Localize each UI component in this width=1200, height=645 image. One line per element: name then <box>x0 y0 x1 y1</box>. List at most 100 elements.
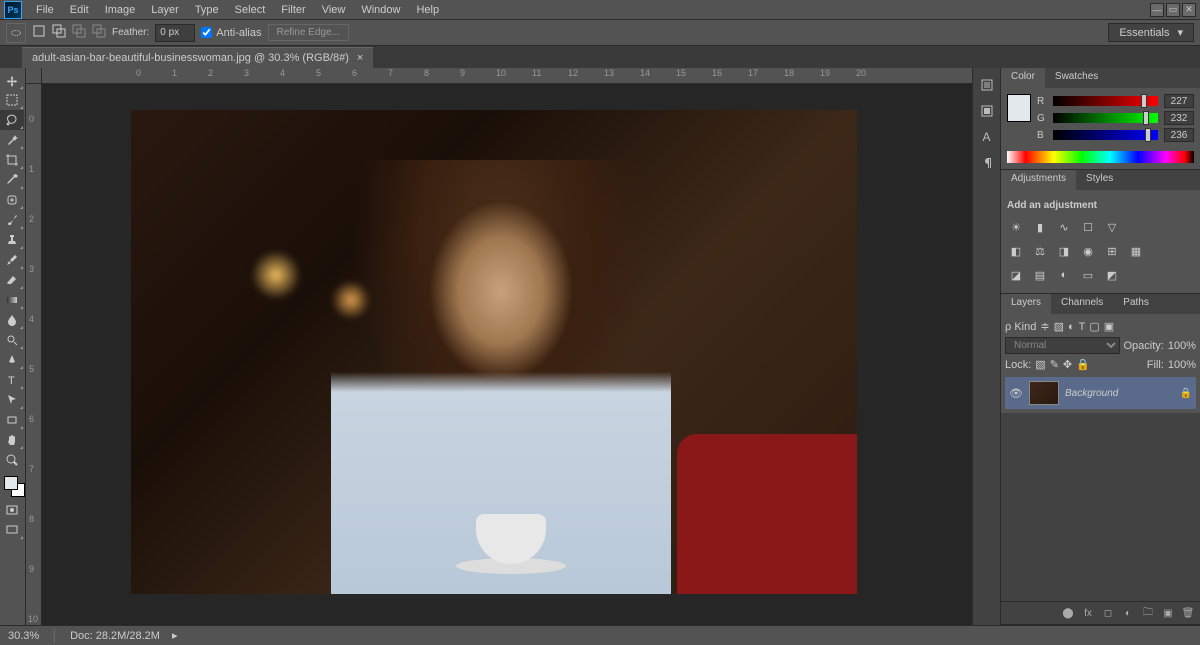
adjustment-layer-icon[interactable]: ◐ <box>1120 606 1136 620</box>
refine-edge-button[interactable]: Refine Edge... <box>268 24 349 41</box>
selection-mode-subtract[interactable] <box>72 24 86 41</box>
delete-layer-icon[interactable]: 🗑 <box>1180 606 1196 620</box>
r-value[interactable]: 227 <box>1164 94 1194 108</box>
vertical-ruler[interactable]: 0 1 2 3 4 5 6 7 8 9 10 <box>26 84 42 625</box>
gradient-map-adjustment-icon[interactable]: ▭ <box>1079 267 1097 283</box>
minimize-button[interactable]: — <box>1150 3 1164 17</box>
move-tool[interactable] <box>0 70 24 90</box>
channels-tab[interactable]: Channels <box>1051 294 1113 314</box>
menu-layer[interactable]: Layer <box>143 1 187 19</box>
screen-mode-tool[interactable] <box>0 520 24 540</box>
kind-filter-dropdown[interactable]: ≑ <box>1040 320 1049 333</box>
rectangle-tool[interactable] <box>0 410 24 430</box>
doc-info-arrow-icon[interactable]: ▸ <box>172 629 178 642</box>
character-panel-icon[interactable]: A <box>977 128 997 146</box>
swatches-tab[interactable]: Swatches <box>1045 68 1108 88</box>
path-selection-tool[interactable] <box>0 390 24 410</box>
document-info[interactable]: Doc: 28.2M/28.2M <box>70 630 160 642</box>
layer-thumbnail[interactable] <box>1029 381 1059 405</box>
filter-pixel-icon[interactable]: ▧ <box>1054 320 1064 333</box>
invert-adjustment-icon[interactable]: ◪ <box>1007 267 1025 283</box>
hand-tool[interactable] <box>0 430 24 450</box>
maximize-button[interactable]: ▭ <box>1166 3 1180 17</box>
posterize-adjustment-icon[interactable]: ▤ <box>1031 267 1049 283</box>
blend-mode-select[interactable]: Normal <box>1005 337 1120 354</box>
menu-type[interactable]: Type <box>187 1 227 19</box>
g-slider[interactable] <box>1053 113 1158 123</box>
lock-all-icon[interactable]: 🔒 <box>1076 358 1090 371</box>
menu-select[interactable]: Select <box>227 1 274 19</box>
adjustments-tab[interactable]: Adjustments <box>1001 170 1076 190</box>
layer-mask-icon[interactable]: ◻ <box>1100 606 1116 620</box>
lock-transparency-icon[interactable]: ▧ <box>1035 358 1045 371</box>
g-value[interactable]: 232 <box>1164 111 1194 125</box>
color-swatches[interactable] <box>0 474 25 500</box>
menu-edit[interactable]: Edit <box>62 1 97 19</box>
brightness-adjustment-icon[interactable]: ☀ <box>1007 219 1025 235</box>
new-layer-icon[interactable]: ▣ <box>1160 606 1176 620</box>
curves-adjustment-icon[interactable]: ∿ <box>1055 219 1073 235</box>
antialias-checkbox[interactable]: Anti-alias <box>201 27 261 39</box>
canvas-area[interactable]: 0 1 2 3 4 5 6 7 8 9 10 11 12 13 14 15 16… <box>26 68 972 625</box>
layer-name-label[interactable]: Background <box>1065 388 1174 399</box>
history-brush-tool[interactable] <box>0 250 24 270</box>
fill-value[interactable]: 100% <box>1168 359 1196 371</box>
filter-adjustment-icon[interactable]: ◐ <box>1068 321 1075 333</box>
visibility-toggle-icon[interactable]: 👁 <box>1009 387 1023 400</box>
magic-wand-tool[interactable] <box>0 130 24 150</box>
healing-brush-tool[interactable] <box>0 190 24 210</box>
b-value[interactable]: 236 <box>1164 128 1194 142</box>
tool-preset-picker[interactable] <box>6 23 26 43</box>
color-spectrum[interactable] <box>1007 151 1194 163</box>
selection-mode-intersect[interactable] <box>92 24 106 41</box>
r-slider[interactable] <box>1053 96 1158 106</box>
link-layers-icon[interactable]: ⬤ <box>1060 606 1076 620</box>
close-tab-icon[interactable]: × <box>357 52 363 64</box>
hue-adjustment-icon[interactable]: ◧ <box>1007 243 1025 259</box>
paths-tab[interactable]: Paths <box>1113 294 1159 314</box>
foreground-color[interactable] <box>4 476 18 490</box>
menu-window[interactable]: Window <box>353 1 408 19</box>
exposure-adjustment-icon[interactable]: ☐ <box>1079 219 1097 235</box>
threshold-adjustment-icon[interactable]: ◐ <box>1055 267 1073 283</box>
lock-image-icon[interactable]: ✎ <box>1050 358 1059 371</box>
selection-mode-new[interactable] <box>32 24 46 41</box>
color-tab[interactable]: Color <box>1001 68 1045 88</box>
menu-filter[interactable]: Filter <box>273 1 313 19</box>
marquee-tool[interactable] <box>0 90 24 110</box>
clone-stamp-tool[interactable] <box>0 230 24 250</box>
feather-input[interactable] <box>155 24 195 42</box>
blur-tool[interactable] <box>0 310 24 330</box>
layer-row[interactable]: 👁 Background 🔒 <box>1005 377 1196 409</box>
gradient-tool[interactable] <box>0 290 24 310</box>
filter-smart-icon[interactable]: ▣ <box>1104 320 1114 333</box>
bw-adjustment-icon[interactable]: ◨ <box>1055 243 1073 259</box>
dodge-tool[interactable] <box>0 330 24 350</box>
close-button[interactable]: ✕ <box>1182 3 1196 17</box>
ruler-origin[interactable] <box>26 68 42 84</box>
channel-mixer-adjustment-icon[interactable]: ⊞ <box>1103 243 1121 259</box>
document-tab[interactable]: adult-asian-bar-beautiful-businesswoman.… <box>22 47 373 68</box>
paragraph-panel-icon[interactable] <box>977 154 997 172</box>
color-preview-swatch[interactable] <box>1007 94 1031 122</box>
lock-position-icon[interactable]: ✥ <box>1063 358 1072 371</box>
zoom-level[interactable]: 30.3% <box>8 630 39 642</box>
layer-group-icon[interactable]: 🗀 <box>1140 606 1156 620</box>
properties-panel-icon[interactable] <box>977 102 997 120</box>
color-balance-adjustment-icon[interactable]: ⚖ <box>1031 243 1049 259</box>
selective-color-adjustment-icon[interactable]: ◩ <box>1103 267 1121 283</box>
selection-mode-add[interactable] <box>52 24 66 41</box>
menu-file[interactable]: File <box>28 1 62 19</box>
filter-type-icon[interactable]: T <box>1079 321 1086 333</box>
crop-tool[interactable] <box>0 150 24 170</box>
photo-filter-adjustment-icon[interactable]: ◉ <box>1079 243 1097 259</box>
type-tool[interactable]: T <box>0 370 24 390</box>
eyedropper-tool[interactable] <box>0 170 24 190</box>
vibrance-adjustment-icon[interactable]: ▽ <box>1103 219 1121 235</box>
menu-view[interactable]: View <box>314 1 354 19</box>
zoom-tool[interactable] <box>0 450 24 470</box>
workspace-switcher[interactable]: Essentials▾ <box>1108 23 1194 42</box>
lasso-tool[interactable] <box>0 110 24 130</box>
pen-tool[interactable] <box>0 350 24 370</box>
menu-image[interactable]: Image <box>97 1 144 19</box>
